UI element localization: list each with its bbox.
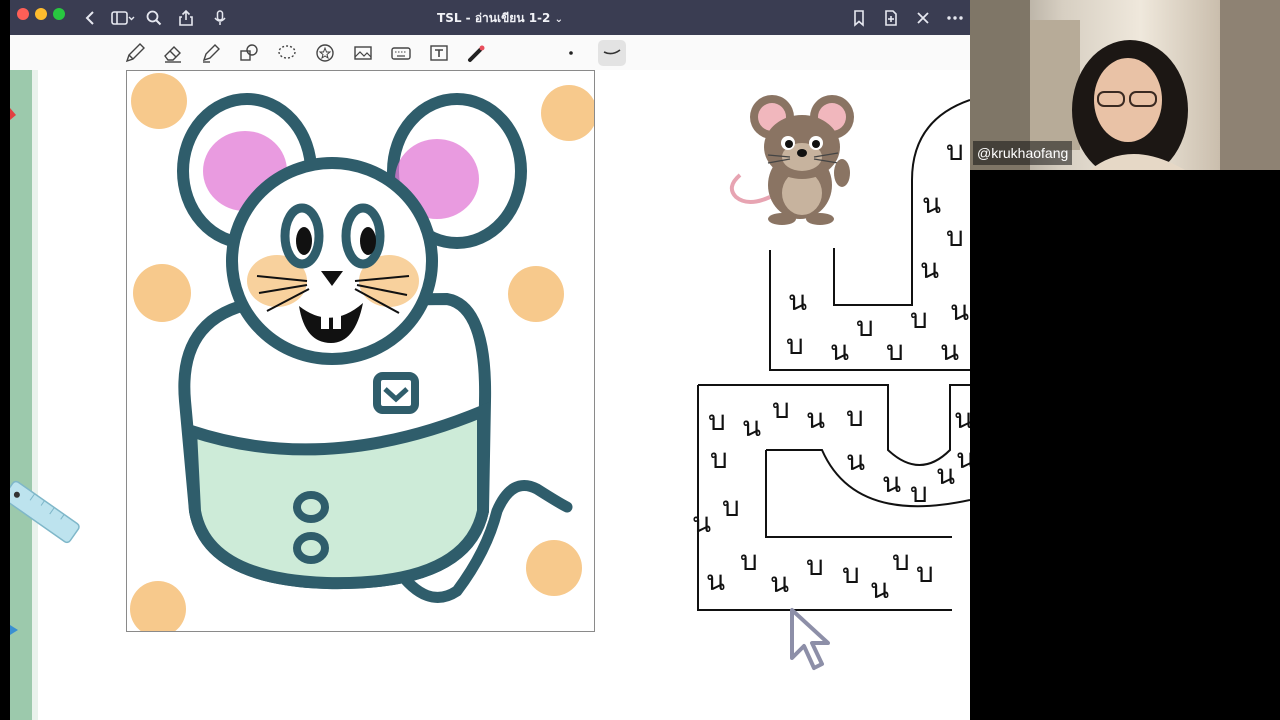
maze-letter: น — [936, 458, 955, 491]
maze-letter: น — [870, 572, 889, 605]
image-tool-icon[interactable] — [352, 42, 374, 64]
maze-letter: บ — [786, 328, 804, 361]
maze-letter: บ — [946, 220, 964, 253]
close-icon[interactable] — [914, 9, 932, 27]
maze-letter: บ — [856, 310, 874, 343]
pen-tool-icon[interactable] — [124, 42, 146, 64]
bookmark-icon[interactable] — [850, 9, 868, 27]
maze-letter: บ — [806, 549, 824, 582]
maze-letter: บ — [886, 334, 904, 367]
chevron-down-icon: ⌄ — [554, 14, 563, 25]
maze-letter: น — [940, 334, 959, 367]
stroke-curve-icon[interactable] — [598, 40, 626, 66]
ruler-decoration — [10, 108, 80, 635]
maze-letter: บ — [740, 544, 758, 577]
maze-letter: น — [846, 444, 865, 477]
add-page-icon[interactable] — [882, 9, 900, 27]
mouse-sticker — [729, 95, 854, 225]
drawing-toolbar — [10, 35, 970, 71]
maze-letter: น — [882, 466, 901, 499]
presenter-handle: @krukhaofang — [973, 141, 1073, 165]
search-icon[interactable] — [145, 9, 163, 27]
maze-letter: น — [788, 284, 807, 317]
pointer-cursor-icon — [790, 608, 830, 670]
minimize-window-button[interactable] — [35, 8, 47, 20]
letter-maze[interactable]: บ น บ น น บ น บ น บ บ น บ น บ น บ บ น น … — [610, 70, 970, 690]
sticker-tool-icon[interactable] — [314, 42, 336, 64]
maze-letter: บ — [710, 442, 728, 475]
back-icon[interactable] — [82, 9, 100, 27]
share-icon[interactable] — [177, 9, 195, 27]
maze-letter: บ — [708, 404, 726, 437]
coloring-page-mouse[interactable] — [126, 70, 597, 637]
maze-letter: บ — [846, 400, 864, 433]
stroke-dot-icon[interactable] — [560, 42, 582, 64]
maze-letter: บ — [722, 490, 740, 523]
zoom-window-button[interactable] — [53, 8, 65, 20]
maze-letter: บ — [892, 544, 910, 577]
maze-letter: น — [954, 402, 970, 435]
lasso-tool-icon[interactable] — [276, 42, 298, 64]
maze-letter: น — [706, 564, 725, 597]
keyboard-tool-icon[interactable] — [390, 42, 412, 64]
maze-letter: บ — [916, 556, 934, 589]
text-tool-icon[interactable] — [428, 42, 450, 64]
notes-app-window: TSL - อ่านเขียน 1-2 ⌄ บ น บ น น บ น บ น … — [10, 0, 970, 720]
document-title[interactable]: TSL - อ่านเขียน 1-2 ⌄ — [430, 9, 570, 28]
maze-letter: น — [950, 294, 969, 327]
maze-letter: น — [956, 442, 970, 475]
maze-letter: น — [920, 252, 939, 285]
maze-letter: บ — [910, 476, 928, 509]
mouse-drawing — [130, 73, 597, 637]
eraser-tool-icon[interactable] — [162, 42, 184, 64]
maze-letter: บ — [772, 392, 790, 425]
maze-letter: น — [742, 410, 761, 443]
maze-letter: น — [770, 566, 789, 599]
document-title-text: TSL - อ่านเขียน 1-2 — [437, 11, 551, 25]
maze-letter: บ — [946, 134, 964, 167]
close-window-button[interactable] — [17, 8, 29, 20]
shapes-tool-icon[interactable] — [238, 42, 260, 64]
maze-letter: บ — [910, 302, 928, 335]
microphone-icon[interactable] — [211, 9, 229, 27]
maze-letter: น — [922, 187, 941, 220]
maze-letter: บ — [842, 557, 860, 590]
maze-letter: น — [830, 334, 849, 367]
maze-letter: น — [692, 506, 711, 539]
title-bar: TSL - อ่านเขียน 1-2 ⌄ — [10, 0, 970, 35]
sidebar-icon[interactable] — [110, 9, 136, 27]
maze-letter: น — [806, 402, 825, 435]
laser-pointer-icon[interactable] — [466, 42, 488, 64]
more-icon[interactable] — [946, 9, 964, 27]
highlighter-tool-icon[interactable] — [200, 42, 222, 64]
